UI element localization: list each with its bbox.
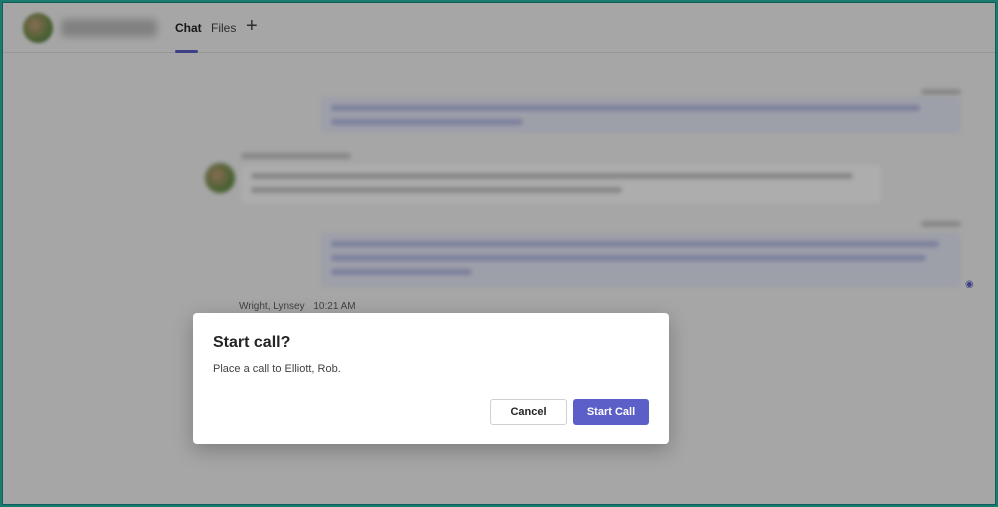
cancel-button[interactable]: Cancel [490,399,567,425]
start-call-dialog: Start call? Place a call to Elliott, Rob… [193,313,669,444]
dialog-title: Start call? [213,334,291,351]
dialog-message: Place a call to Elliott, Rob. [213,363,341,375]
start-call-button[interactable]: Start Call [573,399,649,425]
app-window: Chat Files + ◉ Wright, Lynsey 10:21 AM S… [2,2,996,505]
